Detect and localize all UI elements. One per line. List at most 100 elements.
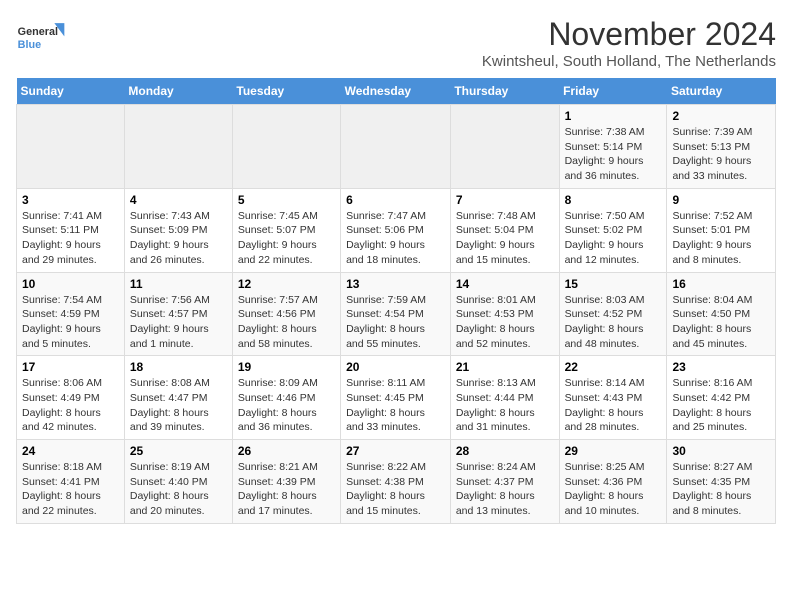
day-number: 1: [565, 109, 662, 123]
calendar-header: Sunday Monday Tuesday Wednesday Thursday…: [17, 78, 776, 105]
calendar-cell: [341, 105, 451, 189]
day-number: 21: [456, 360, 554, 374]
day-info: Sunrise: 8:27 AM Sunset: 4:35 PM Dayligh…: [672, 460, 770, 519]
calendar-cell: [124, 105, 232, 189]
calendar-cell: 23 Sunrise: 8:16 AM Sunset: 4:42 PM Dayli…: [667, 356, 776, 440]
logo-svg: General Blue: [16, 16, 66, 61]
calendar-cell: 21Sunrise: 8:13 AM Sunset: 4:44 PM Dayli…: [450, 356, 559, 440]
calendar-cell: 13 Sunrise: 7:59 AM Sunset: 4:54 PM Dayli…: [341, 272, 451, 356]
day-number: 19: [238, 360, 335, 374]
calendar-cell: 20 Sunrise: 8:11 AM Sunset: 4:45 PM Dayli…: [341, 356, 451, 440]
day-info: Sunrise: 8:21 AM Sunset: 4:39 PM Dayligh…: [238, 460, 335, 519]
calendar-cell: 10Sunrise: 7:54 AM Sunset: 4:59 PM Dayli…: [17, 272, 125, 356]
day-info: Sunrise: 8:08 AM Sunset: 4:47 PM Dayligh…: [130, 376, 227, 435]
day-number: 16: [672, 277, 770, 291]
day-number: 8: [565, 193, 662, 207]
day-number: 18: [130, 360, 227, 374]
calendar-cell: 5 Sunrise: 7:45 AM Sunset: 5:07 PM Daylig…: [232, 188, 340, 272]
calendar-cell: 18 Sunrise: 8:08 AM Sunset: 4:47 PM Dayli…: [124, 356, 232, 440]
calendar-cell: 11Sunrise: 7:56 AM Sunset: 4:57 PM Dayli…: [124, 272, 232, 356]
calendar-cell: 19 Sunrise: 8:09 AM Sunset: 4:46 PM Dayli…: [232, 356, 340, 440]
calendar-cell: 25 Sunrise: 8:19 AM Sunset: 4:40 PM Dayli…: [124, 440, 232, 524]
day-info: Sunrise: 7:52 AM Sunset: 5:01 PM Dayligh…: [672, 209, 770, 268]
calendar-cell: 27Sunrise: 8:22 AM Sunset: 4:38 PM Dayli…: [341, 440, 451, 524]
day-info: Sunrise: 7:39 AM Sunset: 5:13 PM Dayligh…: [672, 125, 770, 184]
day-number: 13: [346, 277, 445, 291]
day-info: Sunrise: 8:11 AM Sunset: 4:45 PM Dayligh…: [346, 376, 445, 435]
calendar-cell: 15 Sunrise: 8:03 AM Sunset: 4:52 PM Dayli…: [559, 272, 667, 356]
calendar-cell: 24Sunrise: 8:18 AM Sunset: 4:41 PM Dayli…: [17, 440, 125, 524]
day-info: Sunrise: 7:38 AM Sunset: 5:14 PM Dayligh…: [565, 125, 662, 184]
title-block: November 2024 Kwintsheul, South Holland,…: [482, 16, 776, 70]
day-info: Sunrise: 7:59 AM Sunset: 4:54 PM Dayligh…: [346, 293, 445, 352]
day-info: Sunrise: 7:50 AM Sunset: 5:02 PM Dayligh…: [565, 209, 662, 268]
day-info: Sunrise: 8:18 AM Sunset: 4:41 PM Dayligh…: [22, 460, 119, 519]
page-header: General Blue November 2024 Kwintsheul, S…: [16, 16, 776, 70]
day-number: 29: [565, 444, 662, 458]
day-number: 28: [456, 444, 554, 458]
day-number: 30: [672, 444, 770, 458]
col-monday: Monday: [124, 78, 232, 105]
col-tuesday: Tuesday: [232, 78, 340, 105]
svg-text:Blue: Blue: [18, 39, 41, 51]
day-info: Sunrise: 8:24 AM Sunset: 4:37 PM Dayligh…: [456, 460, 554, 519]
calendar-cell: [17, 105, 125, 189]
day-info: Sunrise: 7:47 AM Sunset: 5:06 PM Dayligh…: [346, 209, 445, 268]
calendar-week-3: 10Sunrise: 7:54 AM Sunset: 4:59 PM Dayli…: [17, 272, 776, 356]
day-info: Sunrise: 8:01 AM Sunset: 4:53 PM Dayligh…: [456, 293, 554, 352]
day-info: Sunrise: 7:41 AM Sunset: 5:11 PM Dayligh…: [22, 209, 119, 268]
day-info: Sunrise: 7:54 AM Sunset: 4:59 PM Dayligh…: [22, 293, 119, 352]
day-number: 20: [346, 360, 445, 374]
day-number: 26: [238, 444, 335, 458]
calendar-cell: 8 Sunrise: 7:50 AM Sunset: 5:02 PM Daylig…: [559, 188, 667, 272]
location: Kwintsheul, South Holland, The Netherlan…: [482, 53, 776, 70]
day-info: Sunrise: 7:45 AM Sunset: 5:07 PM Dayligh…: [238, 209, 335, 268]
calendar-cell: 17 Sunrise: 8:06 AM Sunset: 4:49 PM Dayli…: [17, 356, 125, 440]
day-info: Sunrise: 8:09 AM Sunset: 4:46 PM Dayligh…: [238, 376, 335, 435]
day-number: 22: [565, 360, 662, 374]
day-number: 2: [672, 109, 770, 123]
header-row: Sunday Monday Tuesday Wednesday Thursday…: [17, 78, 776, 105]
day-info: Sunrise: 8:06 AM Sunset: 4:49 PM Dayligh…: [22, 376, 119, 435]
calendar-cell: 4 Sunrise: 7:43 AM Sunset: 5:09 PM Daylig…: [124, 188, 232, 272]
calendar-table: Sunday Monday Tuesday Wednesday Thursday…: [16, 78, 776, 524]
col-wednesday: Wednesday: [341, 78, 451, 105]
day-info: Sunrise: 8:25 AM Sunset: 4:36 PM Dayligh…: [565, 460, 662, 519]
day-number: 12: [238, 277, 335, 291]
day-number: 25: [130, 444, 227, 458]
day-number: 9: [672, 193, 770, 207]
day-number: 4: [130, 193, 227, 207]
day-number: 6: [346, 193, 445, 207]
day-number: 3: [22, 193, 119, 207]
calendar-cell: 16Sunrise: 8:04 AM Sunset: 4:50 PM Dayli…: [667, 272, 776, 356]
calendar-week-1: 1 Sunrise: 7:38 AM Sunset: 5:14 PM Daylig…: [17, 105, 776, 189]
day-info: Sunrise: 7:43 AM Sunset: 5:09 PM Dayligh…: [130, 209, 227, 268]
calendar-cell: 9 Sunrise: 7:52 AM Sunset: 5:01 PM Daylig…: [667, 188, 776, 272]
calendar-cell: 28 Sunrise: 8:24 AM Sunset: 4:37 PM Dayli…: [450, 440, 559, 524]
calendar-body: 1 Sunrise: 7:38 AM Sunset: 5:14 PM Daylig…: [17, 105, 776, 524]
day-number: 15: [565, 277, 662, 291]
col-saturday: Saturday: [667, 78, 776, 105]
day-info: Sunrise: 8:03 AM Sunset: 4:52 PM Dayligh…: [565, 293, 662, 352]
day-info: Sunrise: 8:16 AM Sunset: 4:42 PM Dayligh…: [672, 376, 770, 435]
day-number: 23: [672, 360, 770, 374]
calendar-week-4: 17 Sunrise: 8:06 AM Sunset: 4:49 PM Dayli…: [17, 356, 776, 440]
day-info: Sunrise: 7:48 AM Sunset: 5:04 PM Dayligh…: [456, 209, 554, 268]
calendar-cell: 22Sunrise: 8:14 AM Sunset: 4:43 PM Dayli…: [559, 356, 667, 440]
day-info: Sunrise: 8:22 AM Sunset: 4:38 PM Dayligh…: [346, 460, 445, 519]
calendar-cell: [450, 105, 559, 189]
col-thursday: Thursday: [450, 78, 559, 105]
day-info: Sunrise: 8:19 AM Sunset: 4:40 PM Dayligh…: [130, 460, 227, 519]
calendar-cell: 30 Sunrise: 8:27 AM Sunset: 4:35 PM Dayli…: [667, 440, 776, 524]
month-title: November 2024: [482, 16, 776, 53]
calendar-cell: 29 Sunrise: 8:25 AM Sunset: 4:36 PM Dayli…: [559, 440, 667, 524]
calendar-cell: [232, 105, 340, 189]
day-number: 14: [456, 277, 554, 291]
col-sunday: Sunday: [17, 78, 125, 105]
calendar-cell: 12Sunrise: 7:57 AM Sunset: 4:56 PM Dayli…: [232, 272, 340, 356]
day-number: 17: [22, 360, 119, 374]
day-number: 5: [238, 193, 335, 207]
calendar-cell: 2 Sunrise: 7:39 AM Sunset: 5:13 PM Daylig…: [667, 105, 776, 189]
calendar-cell: 14 Sunrise: 8:01 AM Sunset: 4:53 PM Dayli…: [450, 272, 559, 356]
day-info: Sunrise: 7:56 AM Sunset: 4:57 PM Dayligh…: [130, 293, 227, 352]
